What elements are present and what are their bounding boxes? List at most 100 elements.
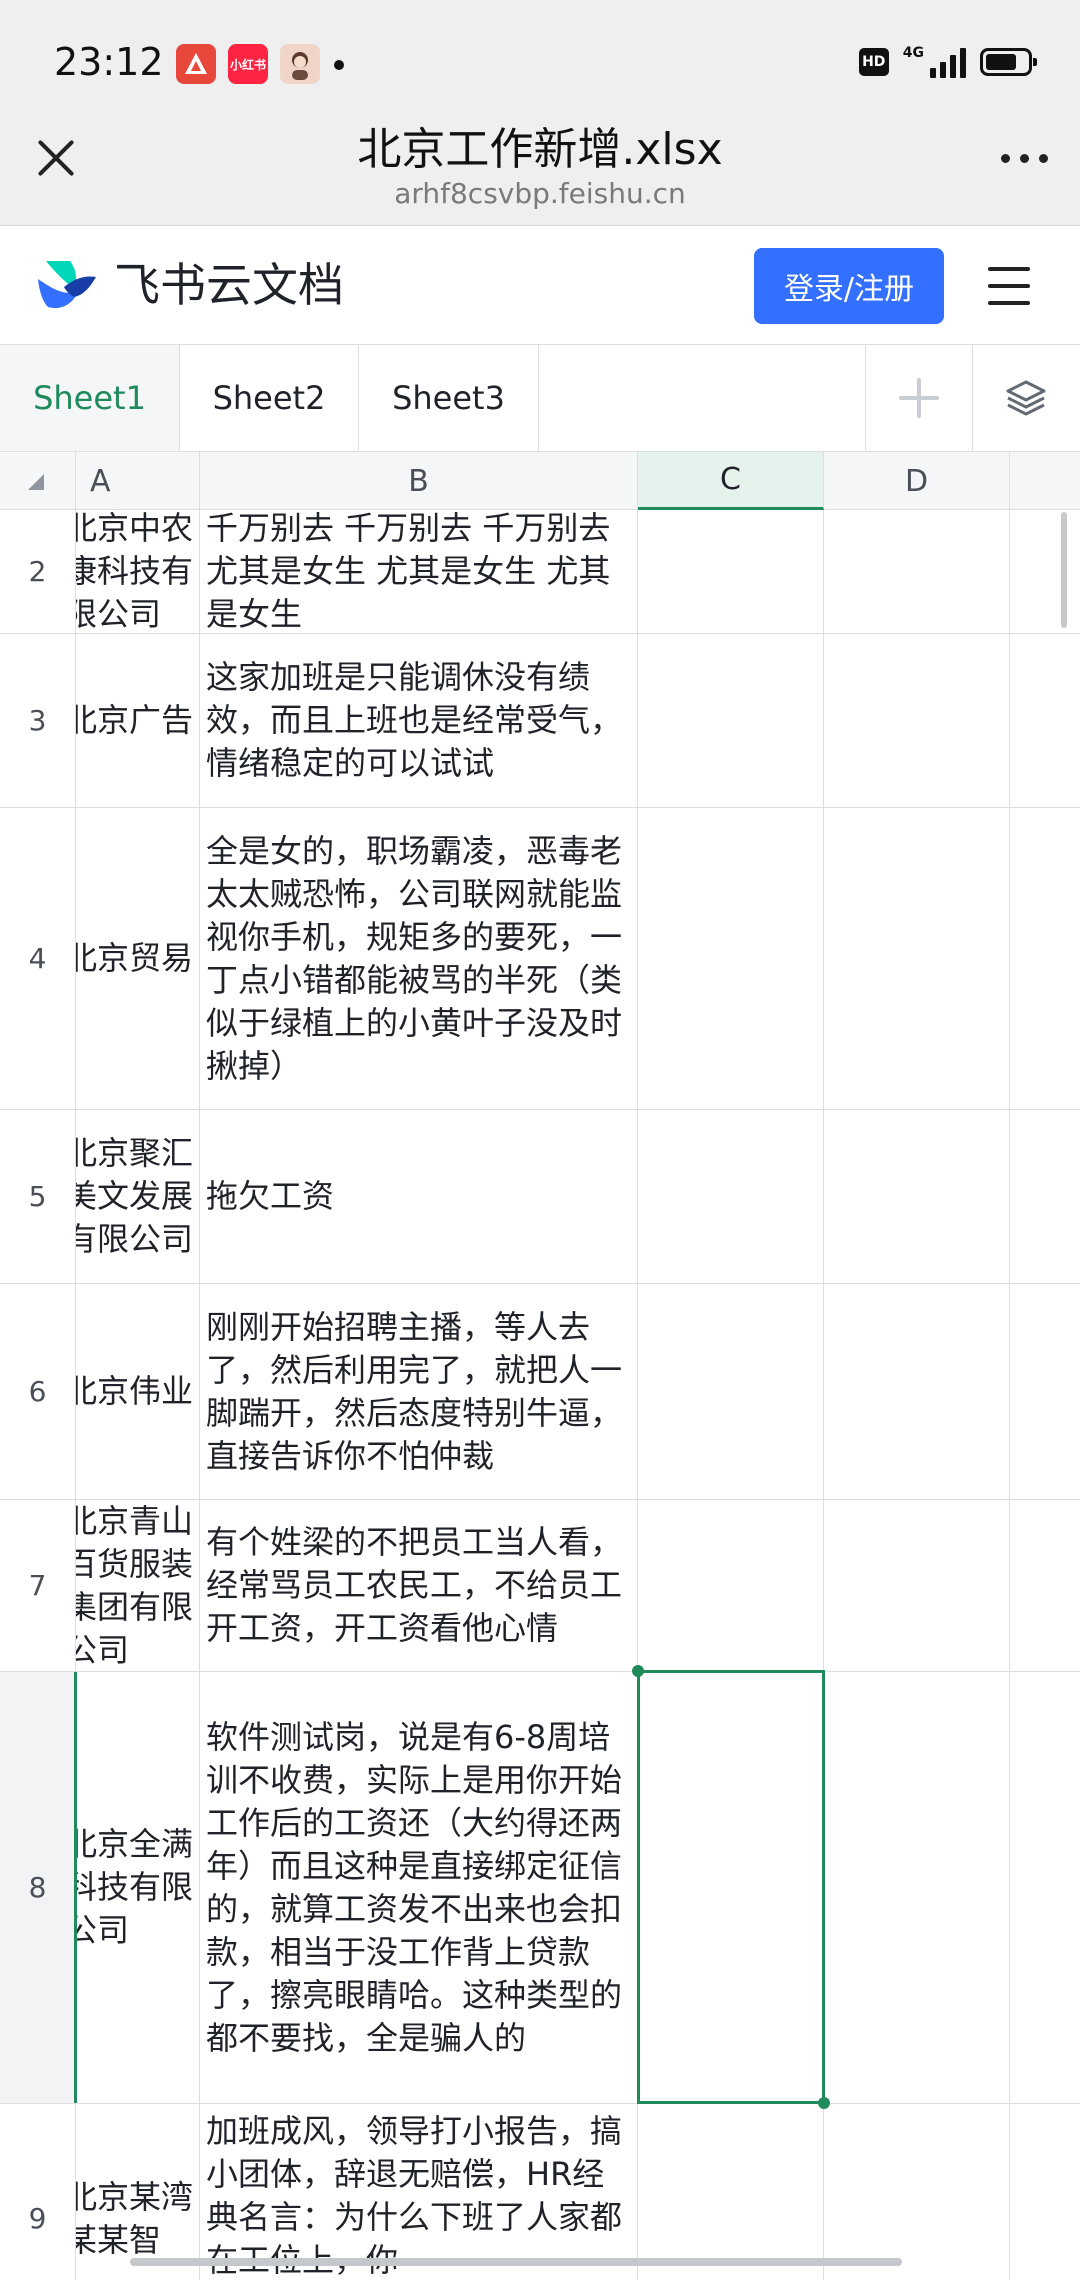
cell-b[interactable]: 刚刚开始招聘主播，等人去了，然后利用完了，就把人一脚踹开，然后态度特别牛逼，直接…: [200, 1284, 638, 1499]
cell-c[interactable]: [638, 808, 824, 1109]
network-type: 4G: [902, 45, 924, 61]
row-number[interactable]: 7: [0, 1500, 76, 1671]
cell-d[interactable]: [824, 2104, 1010, 2280]
cell-c[interactable]: [638, 634, 824, 807]
cell-d[interactable]: [824, 1110, 1010, 1283]
table-row: 8 北京全满科技有限公司 软件测试岗，说是有6-8周培训不收费，实际上是用你开始…: [0, 1672, 1080, 2104]
cell-e[interactable]: [1010, 2104, 1080, 2280]
cell-c[interactable]: [638, 1500, 824, 1671]
cell-a-text: 北京伟业: [76, 1372, 194, 1410]
tab-sheet1[interactable]: Sheet1: [0, 345, 180, 451]
cell-c[interactable]: [638, 510, 824, 633]
cell-b[interactable]: 加班成风，领导打小报告，搞小团体，辞退无赔偿，HR经典名言：为什么下班了人家都在…: [200, 2104, 638, 2280]
cell-a[interactable]: 北京聚汇美文发展有限公司: [76, 1110, 200, 1283]
cell-a[interactable]: 北京伟业: [76, 1284, 200, 1499]
cell-a[interactable]: 北京中农康科技有限公司: [76, 510, 200, 633]
table-row: 2 北京中农康科技有限公司 千万别去 千万别去 千万别去 尤其是女生 尤其是女生…: [0, 510, 1080, 634]
cell-b-text: 软件测试岗，说是有6-8周培训不收费，实际上是用你开始工作后的工资还（大约得还两…: [206, 1717, 623, 2057]
app-header: 飞书云文档 登录/注册: [0, 227, 1080, 345]
row-number[interactable]: 3: [0, 634, 76, 807]
column-header-c[interactable]: C: [638, 452, 824, 510]
cell-e[interactable]: [1010, 808, 1080, 1109]
column-header-a[interactable]: A: [76, 452, 200, 510]
cell-a[interactable]: 北京全满科技有限公司: [76, 1672, 200, 2103]
row-number[interactable]: 6: [0, 1284, 76, 1499]
table-row: 4 北京贸易 全是女的，职场霸凌，恶毒老太太贼恐怖，公司联网就能监视你手机，规矩…: [0, 808, 1080, 1110]
tab-sheet2[interactable]: Sheet2: [180, 345, 359, 451]
cell-b-text: 加班成风，领导打小报告，搞小团体，辞退无赔偿，HR经典名言：为什么下班了人家都在…: [206, 2112, 623, 2279]
plus-icon: [898, 378, 939, 418]
cell-e[interactable]: [1010, 1672, 1080, 2103]
avatar-app-icon: [280, 44, 320, 84]
cell-d[interactable]: [824, 510, 1010, 633]
add-sheet-button[interactable]: [865, 345, 971, 451]
notification-dot-icon: [334, 60, 344, 70]
cell-c[interactable]: [638, 1110, 824, 1283]
cell-d[interactable]: [824, 1672, 1010, 2103]
row-number[interactable]: 5: [0, 1110, 76, 1283]
layers-button[interactable]: [972, 345, 1078, 451]
sheet-tabs: Sheet1 Sheet2 Sheet3: [0, 345, 1080, 452]
cell-e[interactable]: [1010, 1110, 1080, 1283]
row-number[interactable]: 2: [0, 510, 76, 633]
cell-a[interactable]: 北京某湾某某智: [76, 2104, 200, 2280]
cell-e[interactable]: [1010, 510, 1080, 633]
table-row: 9 北京某湾某某智 加班成风，领导打小报告，搞小团体，辞退无赔偿，HR经典名言：…: [0, 2104, 1080, 2280]
column-header-e[interactable]: [1010, 452, 1080, 510]
hamburger-menu-icon[interactable]: [988, 263, 1030, 309]
tab-sheet3[interactable]: Sheet3: [359, 345, 539, 451]
cell-a[interactable]: 北京青山百货服装集团有限公司: [76, 1500, 200, 1671]
cell-d[interactable]: [824, 1500, 1010, 1671]
cell-e[interactable]: [1010, 634, 1080, 807]
cell-a-text: 北京聚汇美文发展有限公司: [76, 1134, 194, 1258]
cell-a-text: 北京贸易: [76, 939, 194, 977]
row-number[interactable]: 9: [0, 2104, 76, 2280]
status-time: 23:12: [54, 40, 164, 84]
feishu-logo-icon: [34, 257, 98, 313]
cell-b[interactable]: 有个姓梁的不把员工当人看，经常骂员工农民工，不给员工开工资，开工资看他心情: [200, 1500, 638, 1671]
column-header-d[interactable]: D: [824, 452, 1010, 510]
cell-a-text: 北京青山百货服装集团有限公司: [76, 1501, 194, 1669]
cell-b[interactable]: 千万别去 千万别去 千万别去 尤其是女生 尤其是女生 尤其是女生: [200, 510, 638, 633]
cell-b-text: 这家加班是只能调休没有绩效，而且上班也是经常受气，情绪稳定的可以试试: [206, 658, 623, 782]
cell-a-text: 北京广告: [76, 701, 194, 739]
cell-c[interactable]: [638, 2104, 824, 2280]
status-bar: 23:12 小红书 HD 4G: [0, 0, 1080, 120]
cell-a-text: 北京全满科技有限公司: [76, 1825, 194, 1949]
browser-header: 北京工作新增.xlsx arhf8csvbp.feishu.cn: [0, 120, 1080, 226]
more-options-icon[interactable]: [994, 148, 1054, 168]
cell-b-text: 千万别去 千万别去 千万别去 尤其是女生 尤其是女生 尤其是女生: [206, 510, 611, 633]
select-all-corner[interactable]: [0, 452, 76, 510]
signal-icon: [930, 46, 966, 78]
cell-c[interactable]: [638, 1284, 824, 1499]
table-row: 7 北京青山百货服装集团有限公司 有个姓梁的不把员工当人看，经常骂员工农民工，不…: [0, 1500, 1080, 1672]
cell-a[interactable]: 北京贸易: [76, 808, 200, 1109]
document-title: 北京工作新增.xlsx: [357, 124, 723, 175]
login-register-button[interactable]: 登录/注册: [754, 248, 944, 324]
cell-b[interactable]: 全是女的，职场霸凌，恶毒老太太贼恐怖，公司联网就能监视你手机，规矩多的要死，一丁…: [200, 808, 638, 1109]
column-header-row: A B C D: [0, 452, 1080, 510]
cell-e[interactable]: [1010, 1500, 1080, 1671]
cell-a-text: 北京某湾某某智: [76, 2177, 194, 2259]
cell-b[interactable]: 软件测试岗，说是有6-8周培训不收费，实际上是用你开始工作后的工资还（大约得还两…: [200, 1672, 638, 2103]
spreadsheet-grid[interactable]: A B C D 2 北京中农康科技有限公司 千万别去 千万别去 千万别去 尤其是…: [0, 452, 1080, 2280]
brand-name: 飞书云文档: [114, 258, 344, 312]
hd-badge: HD: [858, 48, 889, 76]
cell-b[interactable]: 拖欠工资: [200, 1110, 638, 1283]
horizontal-scrollbar[interactable]: [130, 2258, 902, 2266]
vertical-scrollbar[interactable]: [1061, 512, 1067, 628]
row-number[interactable]: 4: [0, 808, 76, 1109]
cell-d[interactable]: [824, 1284, 1010, 1499]
cell-b[interactable]: 这家加班是只能调休没有绩效，而且上班也是经常受气，情绪稳定的可以试试: [200, 634, 638, 807]
cell-d[interactable]: [824, 808, 1010, 1109]
page-url: arhf8csvbp.feishu.cn: [394, 177, 686, 210]
cell-c[interactable]: [638, 1672, 824, 2103]
table-row: 3 北京广告 这家加班是只能调休没有绩效，而且上班也是经常受气，情绪稳定的可以试…: [0, 634, 1080, 808]
cell-b-text: 全是女的，职场霸凌，恶毒老太太贼恐怖，公司联网就能监视你手机，规矩多的要死，一丁…: [206, 831, 623, 1085]
xiaohongshu-icon: 小红书: [228, 44, 268, 84]
column-header-b[interactable]: B: [200, 452, 638, 510]
row-number[interactable]: 8: [0, 1672, 76, 2103]
cell-e[interactable]: [1010, 1284, 1080, 1499]
cell-d[interactable]: [824, 634, 1010, 807]
cell-a[interactable]: 北京广告: [76, 634, 200, 807]
